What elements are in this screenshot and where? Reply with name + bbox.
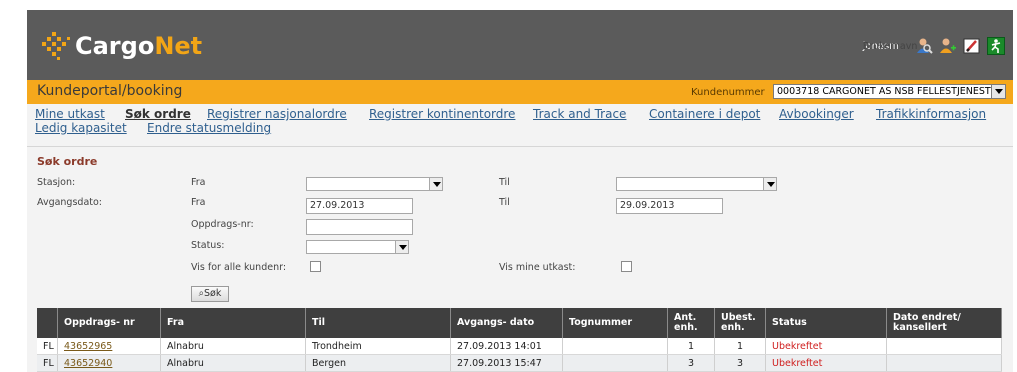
row-ubest: 3 [714,354,766,372]
row-oppdragsnr: 43652965 [57,338,161,355]
col-oppdragsnr[interactable]: Oppdrags- nr [57,308,161,338]
col-fra[interactable]: Fra [160,308,306,338]
nav-sok-ordre[interactable]: Søk ordre [125,107,191,121]
row-tognummer [562,354,668,372]
chevron-down-icon[interactable] [395,241,408,253]
col-ubest-enh[interactable]: Ubest. enh. [714,308,766,338]
logo-text: CargoNet [75,32,202,60]
row-endret [886,354,1002,372]
page-title: Søk ordre [37,155,98,168]
status-select[interactable] [306,240,409,254]
order-link[interactable]: 43652965 [64,341,112,352]
til-stasjon-select[interactable] [616,177,777,191]
logout-icon[interactable] [987,37,1005,55]
orders-table: Oppdrags- nr Fra Til Avgangs- dato Tognu… [37,308,1002,372]
nav-avbookinger[interactable]: Avbookinger [779,107,854,121]
row-endret [886,338,1002,355]
til-stasjon-label: Til [499,177,510,188]
fra-stasjon-label: Fra [191,177,206,188]
nav-containere-i-depot[interactable]: Containere i depot [649,107,760,121]
fra-dato-input[interactable]: 27.09.2013 [306,198,413,214]
stasjon-label: Stasjon: [37,177,76,188]
top-bar: CargoNet Brukernavn jonasm [27,10,1013,80]
vis-alle-checkbox[interactable] [310,261,321,272]
row-til: Bergen [305,354,451,372]
nav-registrer-kontinentordre[interactable]: Registrer kontinentordre [369,107,515,121]
vis-utkast-checkbox[interactable] [621,261,632,272]
row-ant: 3 [667,354,715,372]
col-avgangsdato[interactable]: Avgangs- dato [450,308,563,338]
nav-track-and-trace[interactable]: Track and Trace [533,107,626,121]
nav-mine-utkast[interactable]: Mine utkast [35,107,105,121]
username-label: Brukernavn [862,40,918,52]
search-button-label: Søk [203,288,222,299]
avgangsdato-label: Avgangsdato: [37,197,103,208]
col-ant-enh[interactable]: Ant. enh. [667,308,715,338]
row-fra: Alnabru [160,338,306,355]
col-type [37,308,58,338]
oppdragsnr-input[interactable] [306,219,413,235]
kundenummer-select[interactable]: 0003718 CARGONET AS NSB FELLESTJENESTE [773,84,1006,99]
col-tognummer[interactable]: Tognummer [562,308,668,338]
kundenummer-label: Kundenummer [691,87,765,98]
nav-trafikkinformasjon[interactable]: Trafikkinformasjon [876,107,986,121]
chevron-down-icon[interactable] [763,178,776,190]
logo-mark-icon [42,32,70,60]
app-frame: CargoNet Brukernavn jonasm Kundeportal/b… [27,10,1013,372]
portal-title: Kundeportal/booking [37,83,183,99]
fra-dato-label: Fra [191,197,206,208]
col-til[interactable]: Til [305,308,451,338]
row-fra: Alnabru [160,354,306,372]
table-header-row: Oppdrags- nr Fra Til Avgangs- dato Tognu… [37,308,1002,338]
row-status: Ubekreftet [765,354,887,372]
status-label: Status: [191,240,225,251]
row-tognummer [562,338,668,355]
col-dato-endret[interactable]: Dato endret/ kansellert [886,308,1002,338]
vis-utkast-label: Vis mine utkast: [499,262,576,273]
row-dato: 27.09.2013 15:47 [450,354,563,372]
row-status: Ubekreftet [765,338,887,355]
search-user-icon[interactable] [915,37,933,55]
portal-header-bar: Kundeportal/booking Kundenummer 0003718 … [27,80,1013,104]
cargonet-logo[interactable]: CargoNet [41,31,202,61]
row-type: FL [37,354,58,372]
order-link[interactable]: 43652940 [64,358,112,369]
chevron-down-icon[interactable] [429,178,442,190]
col-status[interactable]: Status [765,308,887,338]
search-button[interactable]: ⌕Søk [191,286,229,302]
logo-text-net: Net [154,32,203,60]
logo-text-cargo: Cargo [75,32,155,60]
nav-registrer-nasjonalordre[interactable]: Registrer nasjonalordre [207,107,347,121]
add-user-icon[interactable] [939,37,957,55]
row-oppdragsnr: 43652940 [57,354,161,372]
user-box: Brukernavn jonasm [863,34,1005,58]
edit-icon[interactable] [963,37,981,55]
nav-ledig-kapasitet[interactable]: Ledig kapasitet [35,121,127,135]
oppdragsnr-label: Oppdrags-nr: [191,219,254,230]
table-row: FL 43652940 Alnabru Bergen 27.09.2013 15… [37,354,1002,372]
vis-alle-label: Vis for alle kundenr: [191,262,287,273]
chevron-down-icon[interactable] [991,85,1005,98]
row-ant: 1 [667,338,715,355]
kundenummer-value: 0003718 CARGONET AS NSB FELLESTJENESTE [777,86,997,97]
row-type: FL [37,338,58,355]
row-ubest: 1 [714,338,766,355]
row-dato: 27.09.2013 14:01 [450,338,563,355]
fra-stasjon-select[interactable] [306,177,443,191]
main-nav: Mine utkast Søk ordre Registrer nasjonal… [27,104,1013,147]
til-dato-input[interactable]: 29.09.2013 [616,198,723,214]
til-dato-label: Til [499,197,510,208]
search-panel: Søk ordre Stasjon: Fra Til Avgangsdato: … [27,147,1013,372]
nav-endre-statusmelding[interactable]: Endre statusmelding [147,121,271,135]
table-row: FL 43652965 Alnabru Trondheim 27.09.2013… [37,338,1002,355]
row-til: Trondheim [305,338,451,355]
